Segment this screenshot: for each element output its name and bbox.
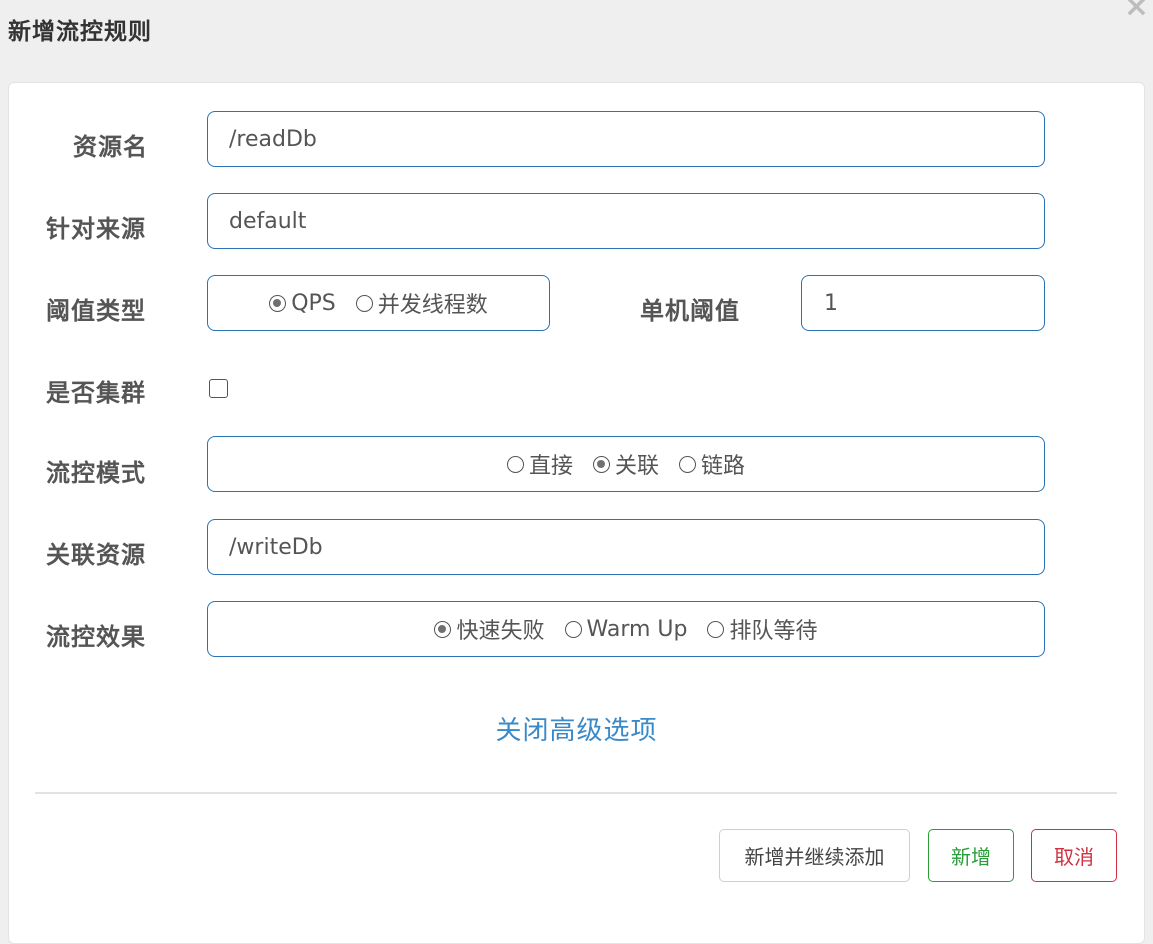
- ref-resource-label: 关联资源: [46, 541, 146, 569]
- limit-app-field[interactable]: [207, 193, 1045, 249]
- control-mode-relate-radio[interactable]: 关联: [592, 448, 659, 480]
- control-mode-label: 流控模式: [46, 459, 146, 487]
- limit-app-input[interactable]: [208, 194, 1044, 248]
- single-threshold-input[interactable]: [802, 276, 1044, 330]
- resource-name-label: 资源名: [73, 133, 148, 161]
- radio-checked-icon: [592, 455, 610, 473]
- radio-label: QPS: [291, 290, 336, 316]
- close-icon[interactable]: ×: [1124, 0, 1149, 22]
- radio-unchecked-icon: [506, 455, 524, 473]
- threshold-type-label: 阈值类型: [46, 297, 146, 325]
- radio-checked-icon: [434, 620, 452, 638]
- control-mode-direct-radio[interactable]: 直接: [506, 448, 573, 480]
- radio-label: 链路: [701, 454, 746, 479]
- limit-app-label: 针对来源: [46, 215, 146, 243]
- resource-name-input[interactable]: [208, 112, 1044, 166]
- radio-unchecked-icon: [679, 455, 696, 473]
- radio-unchecked-icon: [564, 620, 582, 638]
- footer-divider: [35, 792, 1117, 794]
- control-effect-fast-fail-radio[interactable]: 快速失败: [434, 613, 545, 645]
- radio-unchecked-icon: [355, 294, 373, 312]
- radio-label: 关联: [614, 454, 659, 479]
- radio-label: 快速失败: [456, 619, 545, 644]
- advanced-options-toggle-link[interactable]: 关闭高级选项: [9, 710, 1144, 747]
- ref-resource-field[interactable]: [207, 519, 1045, 575]
- radio-label: Warm Up: [586, 616, 688, 642]
- single-threshold-field[interactable]: [801, 275, 1045, 331]
- threshold-type-thread-radio[interactable]: 并发线程数: [355, 287, 488, 319]
- cancel-button[interactable]: 取消: [1031, 829, 1117, 882]
- control-effect-queue-radio[interactable]: 排队等待: [707, 613, 818, 645]
- single-threshold-label: 单机阈值: [640, 297, 740, 325]
- cluster-checkbox[interactable]: [209, 379, 228, 398]
- rule-form-panel: 资源名 针对来源 阈值类型 QPS 并发线程数 单机阈值 是否集群 流控模式: [8, 82, 1145, 944]
- control-effect-group: 快速失败 Warm Up 排队等待: [207, 601, 1045, 657]
- radio-label: 直接: [528, 454, 573, 479]
- control-effect-warm-up-radio[interactable]: Warm Up: [564, 616, 688, 642]
- ref-resource-input[interactable]: [208, 520, 1044, 574]
- radio-label: 排队等待: [729, 619, 818, 644]
- radio-checked-icon: [269, 294, 287, 312]
- dialog-title: 新增流控规则: [8, 19, 152, 45]
- threshold-type-group: QPS 并发线程数: [207, 275, 550, 331]
- radio-label: 并发线程数: [377, 293, 488, 318]
- add-button[interactable]: 新增: [928, 829, 1014, 882]
- radio-unchecked-icon: [707, 620, 725, 638]
- control-mode-chain-radio[interactable]: 链路: [679, 448, 745, 480]
- add-and-continue-button[interactable]: 新增并继续添加: [719, 829, 910, 882]
- resource-name-field[interactable]: [207, 111, 1045, 167]
- cluster-label: 是否集群: [46, 379, 146, 407]
- control-mode-group: 直接 关联 链路: [207, 436, 1045, 492]
- control-effect-label: 流控效果: [46, 623, 146, 651]
- threshold-type-qps-radio[interactable]: QPS: [269, 291, 336, 316]
